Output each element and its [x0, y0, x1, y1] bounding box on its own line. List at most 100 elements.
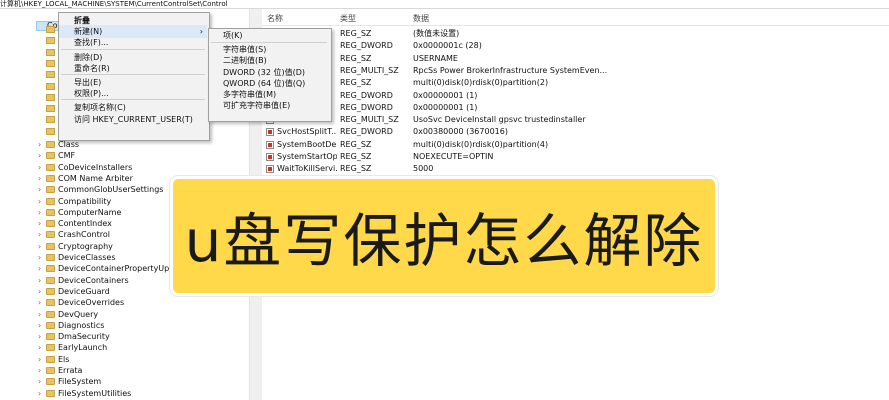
value-row[interactable]: SvcHostSplitT... REG_DWORD 0x00380000 (367… [262, 126, 889, 138]
tree-item[interactable]: › Diagnostics [0, 320, 249, 331]
expand-arrow-icon[interactable]: › [38, 241, 44, 252]
expand-arrow-icon[interactable]: › [38, 207, 44, 218]
folder-icon [46, 127, 55, 135]
context-menu-item[interactable]: 查找(F)... [59, 36, 207, 49]
folder-icon [46, 141, 55, 148]
expand-arrow-icon[interactable]: › [38, 218, 44, 229]
title-banner: u盘写保护怎么解除 [170, 176, 718, 296]
submenu-item[interactable]: 项(K) [209, 30, 329, 41]
expand-arrow-icon[interactable]: › [38, 139, 44, 150]
tree-item[interactable]: › DevQuery [0, 309, 249, 320]
menu-item-label: QWORD (64 位)值(Q) [223, 78, 306, 88]
expand-arrow-icon[interactable]: › [38, 275, 44, 286]
tree-item[interactable]: › DmaSecurity [0, 331, 249, 342]
expand-arrow-icon[interactable]: › [38, 184, 44, 195]
tree-item[interactable]: › CoDeviceInstallers [0, 162, 249, 173]
value-row[interactable]: d...REG_DWORD0x00000001 (1) [262, 90, 889, 102]
tree-item[interactable]: › Els [0, 354, 249, 365]
expand-arrow-icon[interactable]: › [38, 320, 44, 331]
tree-item-label: DeviceGuard [58, 286, 110, 296]
tree-item-label: FileSystem [58, 377, 102, 387]
expand-arrow-icon[interactable]: › [38, 388, 44, 399]
expand-arrow-icon[interactable]: › [38, 173, 44, 184]
value-type: REG_DWORD [340, 41, 393, 51]
expand-arrow-icon[interactable]: › [38, 376, 44, 387]
tree-item[interactable]: › Errata [0, 365, 249, 376]
folder-icon [46, 82, 55, 90]
expand-arrow-icon[interactable]: › [38, 354, 44, 365]
folder-icon [46, 71, 55, 79]
value-data: NOEXECUTE=OPTIN [413, 152, 494, 161]
context-menu-item[interactable]: 权限(P)... [59, 87, 207, 100]
tree-item[interactable]: › CMF [0, 150, 249, 161]
value-data: 0x00000001 (1) [413, 90, 478, 100]
folder-icon [46, 93, 55, 101]
tree-item[interactable]: › FileSystem [0, 376, 249, 387]
value-row[interactable]: SystemBootDe...REG_SZ multi(0)disk(0)rdis… [262, 139, 889, 151]
value-row[interactable]: gsREG_DWORD0x0000001c (28) [262, 40, 889, 52]
value-data: 5000 [413, 164, 434, 174]
folder-icon [46, 26, 55, 33]
value-row[interactable]: REG_SZ USERNAME [262, 53, 889, 65]
value-row[interactable]: REG_SZ (数值未设置) [262, 28, 889, 40]
tree-item-label: DevQuery [58, 309, 99, 319]
folder-icon [46, 59, 55, 67]
value-data: RpcSs Power BrokerInfrastructure SystemE… [413, 65, 608, 75]
submenu-item[interactable]: DWORD (32 位)值(D) [209, 67, 329, 78]
submenu-item[interactable]: 二进制值(B) [209, 55, 329, 66]
expand-arrow-icon[interactable]: › [38, 150, 44, 161]
submenu-item[interactable]: 多字符串值(M) [209, 89, 329, 100]
tree-item-label: ComputerName [58, 207, 122, 217]
expand-arrow-icon[interactable]: › [38, 286, 44, 297]
value-row[interactable]: SystemStartOp...REG_SZ NOEXECUTE=OPTIN [262, 151, 889, 163]
expand-arrow-icon[interactable]: › [38, 309, 44, 320]
context-menu-item[interactable]: 访问 HKEY_CURRENT_USER(T) [59, 113, 207, 126]
column-name-header[interactable]: 名称 [267, 13, 283, 24]
column-type-header[interactable]: 类型 [340, 13, 356, 24]
tree-item[interactable]: › EarlyLaunch [0, 342, 249, 353]
submenu-item[interactable]: 字符串值(S) [209, 44, 329, 55]
folder-icon [46, 333, 55, 341]
submenu-item[interactable]: QWORD (64 位)值(Q) [209, 78, 329, 89]
tree-item-label: Diagnostics [58, 320, 105, 330]
expand-arrow-icon[interactable]: › [38, 331, 44, 342]
address-bar[interactable]: 计算机\HKEY_LOCAL_MACHINE\SYSTEM\CurrentCon… [0, 0, 889, 9]
value-row[interactable]: e...REG_DWORD0x00000001 (1) [262, 102, 889, 114]
expand-arrow-icon[interactable]: › [38, 297, 44, 308]
value-row[interactable]: REG_MULTI_SZ UsoSvc DeviceInstall gpsvc t… [262, 114, 889, 126]
expand-arrow-icon[interactable]: › [38, 342, 44, 353]
folder-icon [46, 355, 55, 363]
banner-title: u盘写保护怎么解除 [184, 207, 704, 275]
value-name: SystemBootDe... [277, 139, 337, 149]
menu-item-label: 新建(N) [74, 27, 103, 37]
value-data: 0x00000001 (1) [413, 102, 478, 112]
menu-item-label: 访问 HKEY_CURRENT_USER(T) [74, 114, 193, 124]
menu-item-label: 二进制值(B) [223, 56, 267, 66]
tree-item[interactable]: › DeviceOverrides [0, 297, 249, 308]
value-row[interactable]: REG_SZ multi(0)disk(0)rdisk(0)partition(2… [262, 77, 889, 89]
context-menu-item[interactable]: 重命名(R) [59, 62, 207, 75]
reg-value-icon [266, 128, 274, 137]
expand-arrow-icon[interactable]: › [38, 162, 44, 173]
submenu-item[interactable]: 可扩充字符串值(E) [209, 100, 329, 111]
tree-item-label: Compatibility [58, 196, 112, 206]
expand-arrow-icon[interactable]: › [38, 229, 44, 240]
expand-arrow-icon[interactable]: › [38, 365, 44, 376]
expand-arrow-icon[interactable]: › [38, 263, 44, 274]
menu-item-label: 删除(D) [74, 52, 103, 62]
tree-item-label: Errata [58, 366, 83, 375]
value-row[interactable]: WaitToKillServi... REG_SZ 5000 [262, 163, 889, 175]
tree-item-label: DeviceClasses [58, 253, 116, 262]
menu-item-label: 权限(P)... [74, 89, 109, 99]
menu-item-label: 字符串值(S) [223, 45, 267, 55]
reg-value-icon [266, 153, 274, 161]
column-data-header[interactable]: 数据 [413, 13, 429, 24]
tree-item-label: CrashControl [58, 230, 110, 240]
expand-arrow-icon[interactable]: › [38, 252, 44, 263]
expand-arrow-icon[interactable]: › [38, 196, 44, 207]
value-row[interactable]: vi...REG_MULTI_SZRpcSs Power BrokerInfra… [262, 65, 889, 77]
folder-icon [46, 163, 55, 171]
menu-separator [61, 99, 205, 101]
tree-item[interactable]: › FileSystemUtilities [0, 388, 249, 399]
context-menu: 折叠 新建(N) › 查找(F)... 删除(D) 重命名(R) 导出(E) 权限(P)...… [58, 12, 210, 141]
